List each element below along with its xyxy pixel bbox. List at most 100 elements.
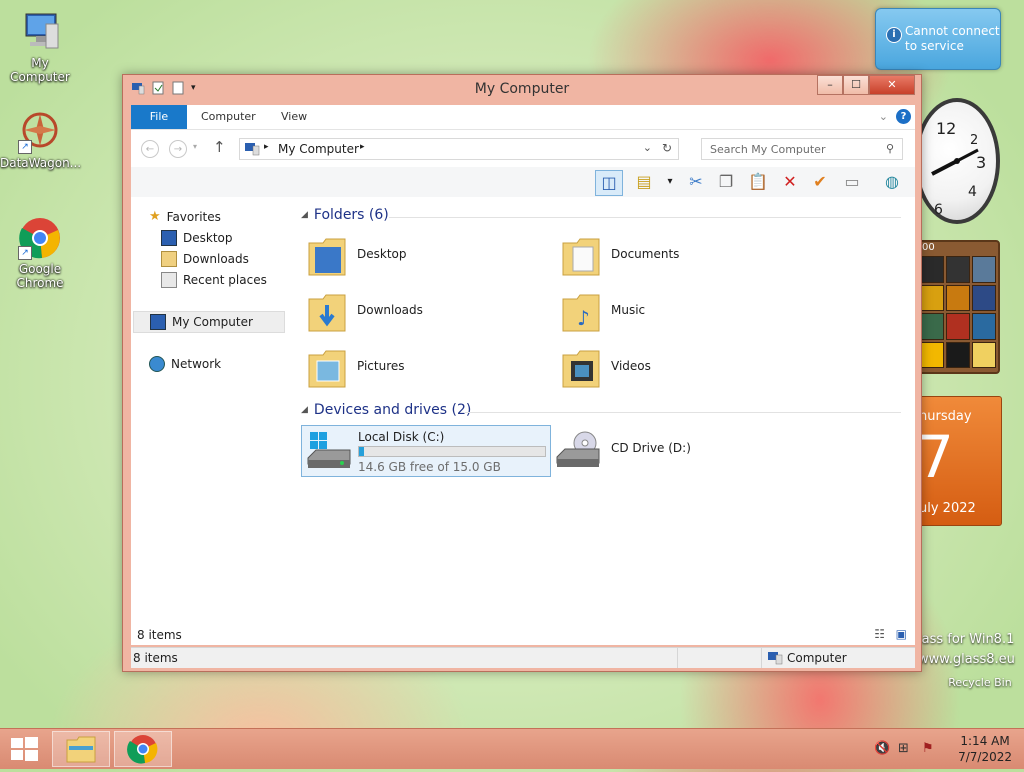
recent-locations-icon[interactable]: ▾ [193,142,197,151]
ribbon-tabs: File Computer View ⌄ ? [131,105,915,129]
tab-view[interactable]: View [281,105,307,129]
nav-label: Recent places [183,273,267,287]
desktop-icon-google-chrome[interactable]: ↗ Google Chrome [0,216,80,290]
nav-recent-places[interactable]: Recent places [161,270,267,290]
nav-label: Network [171,357,222,371]
nav-label: Downloads [183,252,249,266]
folder-documents[interactable]: Documents [555,231,795,283]
properties-dropdown-icon[interactable]: ▾ [657,170,683,194]
clock-date: 7/7/2022 [958,750,1012,764]
folder-downloads[interactable]: Downloads [301,287,541,339]
svg-text:12: 12 [936,119,956,138]
folder-videos[interactable]: Videos [555,343,795,395]
forward-button[interactable]: → [169,140,187,158]
details-view-icon[interactable]: ☷ [874,627,885,641]
nav-desktop[interactable]: Desktop [161,228,233,248]
search-icon[interactable]: ⚲ [886,142,894,155]
tab-computer[interactable]: Computer [201,105,256,129]
notification-line1: Cannot connect [905,24,1000,38]
picture-puzzle-gadget[interactable]: 00 [914,240,1000,374]
copy-button[interactable]: ❐ [713,170,739,194]
folder-music[interactable]: ♪ Music [555,287,795,339]
refresh-icon[interactable]: ↻ [662,141,672,155]
back-button[interactable]: ← [141,140,159,158]
chrome-icon: ↗ [18,216,62,260]
expand-ribbon-icon[interactable]: ⌄ [879,110,888,123]
paste-button[interactable]: 📋 [745,170,771,194]
drive-usage-fill [359,447,365,456]
web-button[interactable]: ◍ [879,170,905,194]
minimize-button[interactable]: – [817,75,843,95]
taskbar-google-chrome[interactable] [114,731,172,767]
folder-icon [308,294,346,332]
tab-file[interactable]: File [131,105,187,129]
desktop-icon-label: Recycle Bin [948,676,1012,689]
close-button[interactable]: ✕ [869,75,915,95]
puzzle-timer: 00 [922,242,935,253]
taskbar-file-explorer[interactable] [52,731,110,767]
nav-network[interactable]: Network [149,354,221,374]
breadcrumb[interactable]: My Computer [278,142,359,156]
star-icon: ★ [149,209,161,224]
folder-icon: ♪ [562,294,600,332]
notification-toast[interactable]: i Cannot connect to service [875,8,1001,70]
desktop-icon [161,230,177,246]
folder-icon [562,238,600,276]
nav-downloads[interactable]: Downloads [161,249,249,269]
nav-favorites[interactable]: ★ Favorites [149,207,221,227]
calendar-month-year: uly 2022 [919,501,976,516]
cd-drive-icon [556,431,600,467]
preview-pane-button[interactable]: ◫ [595,170,623,196]
collapse-icon[interactable]: ◢ [301,210,308,220]
group-header-folders[interactable]: ◢ Folders (6) [301,207,389,223]
breadcrumb-chevron-icon[interactable]: ▸ [264,142,269,152]
drive-local-disk-c[interactable]: Local Disk (C:) 14.6 GB free of 15.0 GB [301,425,551,477]
search-box[interactable]: Search My Computer ⚲ [701,138,903,160]
rename-button[interactable]: ▭ [839,170,865,194]
help-icon[interactable]: ? [896,109,911,124]
action-center-flag-icon[interactable]: ⚑ [922,741,934,756]
cut-button[interactable]: ✂ [683,170,709,194]
properties-button[interactable]: ▤ [631,170,657,194]
folder-icon [308,238,346,276]
toolbar: ◫ ▤ ▾ ✂ ❐ 📋 ✕ ✔ ▭ ◍ [131,167,915,198]
search-input[interactable]: Search My Computer [710,143,825,156]
title-bar[interactable]: ▾ My Computer – ☐ ✕ [123,75,921,105]
maximize-button[interactable]: ☐ [843,75,869,95]
folder-label: Pictures [357,359,405,373]
datawagon-icon: ↗ [18,110,62,154]
system-clock[interactable]: 1:14 AM 7/7/2022 [958,733,1012,765]
drive-cd-d[interactable]: CD Drive (D:) [555,425,795,477]
breadcrumb-chevron-icon[interactable]: ▸ [360,142,365,152]
content-area: ★ Favorites Desktop Downloads Recent pla… [131,197,915,625]
network-tray-icon[interactable]: ⊞ [898,741,909,756]
address-bar-row: ← → ▾ ↑ ▸ My Computer ▸ ⌄ ↻ Search My Co… [131,129,915,168]
desktop-icon-my-computer[interactable]: My Computer [0,10,80,84]
nav-my-computer[interactable]: My Computer [133,311,285,333]
explorer-window[interactable]: ▾ My Computer – ☐ ✕ File Computer View ⌄… [122,74,922,672]
address-bar[interactable]: ▸ My Computer ▸ ⌄ ↻ [239,138,679,160]
folder-label: Desktop [357,247,407,261]
up-button[interactable]: ↑ [213,138,226,156]
desktop-icon-label: DataWagon... [0,156,82,170]
group-header-drives[interactable]: ◢ Devices and drives (2) [301,402,471,418]
clock-gadget[interactable]: 12 3 4 6 2 [914,96,1002,230]
windows-logo-icon [11,737,38,761]
folder-desktop[interactable]: Desktop [301,231,541,283]
nav-label: Desktop [183,231,233,245]
desktop-icon-recycle-bin[interactable]: Recycle Bin [940,676,1020,689]
delete-button[interactable]: ✕ [777,170,803,194]
desktop-icon-datawagon[interactable]: ↗ DataWagon... [0,110,82,170]
large-icons-view-icon[interactable]: ▣ [896,627,907,641]
copy-icon: ❐ [718,172,734,191]
collapse-icon[interactable]: ◢ [301,405,308,415]
computer-icon [18,10,62,54]
select-button[interactable]: ✔ [807,170,833,194]
address-dropdown-icon[interactable]: ⌄ [643,141,652,154]
delete-icon: ✕ [783,172,797,191]
volume-muted-icon[interactable]: 🔇 [874,741,890,756]
nav-label: Favorites [166,210,221,224]
start-button[interactable] [0,729,48,769]
folder-pictures[interactable]: Pictures [301,343,541,395]
calendar-gadget[interactable]: hursday 7 uly 2022 [912,396,1002,526]
